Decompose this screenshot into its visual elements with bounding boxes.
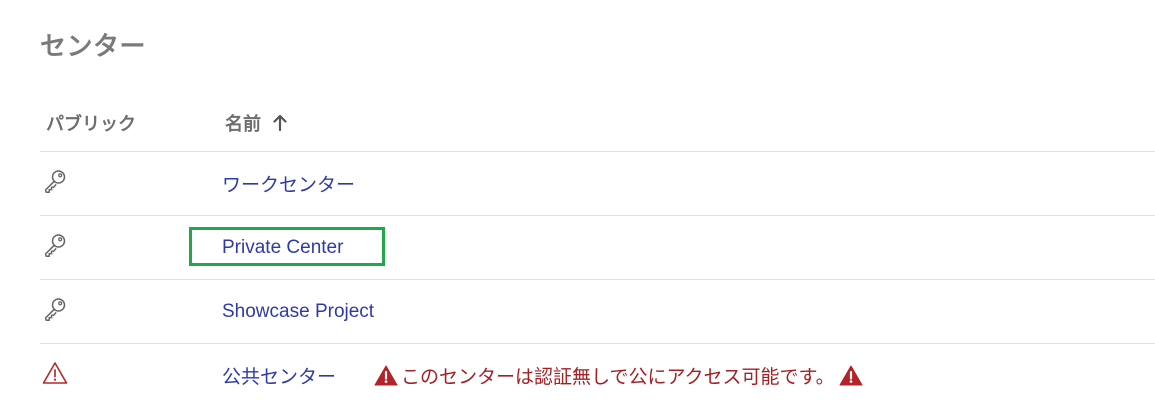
warning-triangle-icon bbox=[42, 361, 68, 390]
warning-icon bbox=[374, 365, 398, 386]
center-link-work[interactable]: ワークセンター bbox=[222, 170, 355, 197]
table-row: ワークセンター bbox=[40, 152, 1155, 216]
table-header: パブリック 名前 bbox=[40, 95, 1155, 152]
header-public[interactable]: パブリック bbox=[40, 110, 220, 136]
page-title: センター bbox=[40, 31, 147, 61]
warning-icon bbox=[839, 365, 863, 386]
key-icon bbox=[42, 168, 68, 199]
header-name[interactable]: 名前 bbox=[220, 110, 1155, 136]
key-icon bbox=[42, 232, 68, 263]
centers-table: パブリック 名前 ワークセンター Private Center Showcase… bbox=[40, 95, 1155, 407]
header-public-label: パブリック bbox=[46, 114, 136, 134]
center-link-showcase[interactable]: Showcase Project bbox=[222, 301, 374, 323]
public-access-warning: このセンターは認証無しで公にアクセス可能です。 bbox=[374, 362, 863, 389]
table-row: Private Center bbox=[40, 216, 1155, 280]
table-row: Showcase Project bbox=[40, 280, 1155, 344]
key-icon bbox=[42, 296, 68, 327]
header-name-label: 名前 bbox=[225, 114, 261, 134]
warning-text: このセンターは認証無しで公にアクセス可能です。 bbox=[401, 367, 835, 388]
center-link-public[interactable]: 公共センター bbox=[222, 362, 336, 389]
center-link-private[interactable]: Private Center bbox=[222, 237, 343, 259]
arrow-up-icon[interactable] bbox=[273, 115, 287, 131]
table-row: 公共センター このセンターは認証無しで公にアクセス可能です。 bbox=[40, 344, 1155, 407]
